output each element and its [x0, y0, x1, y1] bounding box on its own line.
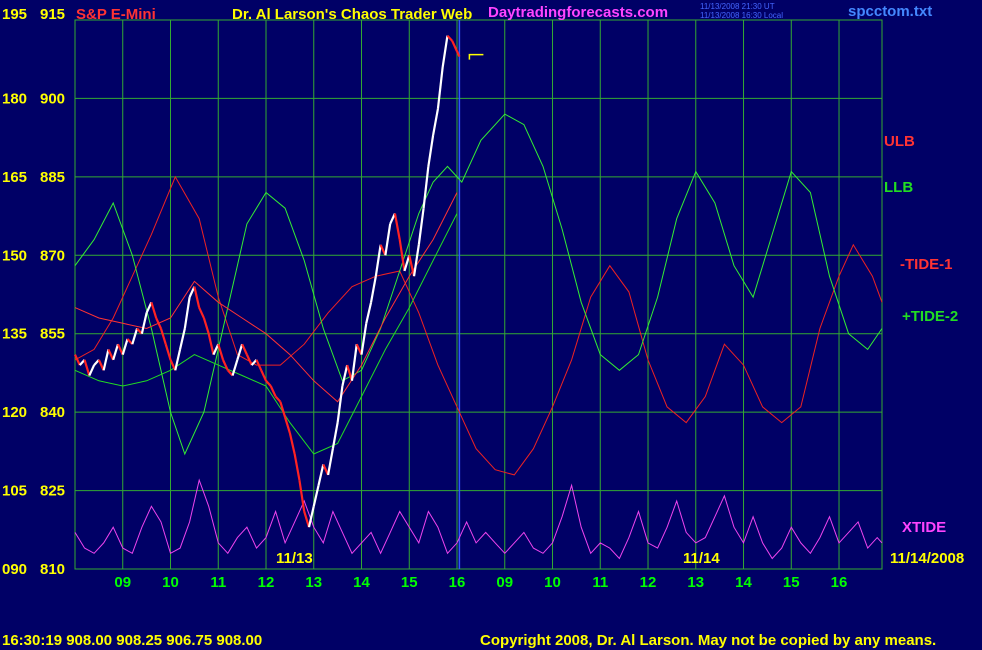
chart-background — [0, 0, 982, 650]
y-tick-label-secondary: 165 — [2, 169, 27, 186]
xtide-label: XTIDE — [902, 519, 946, 536]
x-tick-label: 10 — [544, 574, 561, 591]
page-title: Dr. Al Larson's Chaos Trader Web — [232, 6, 472, 23]
x-tick-label: 16 — [449, 574, 466, 591]
x-tick-label: 10 — [162, 574, 179, 591]
symbol-label: S&P E-Mini — [76, 6, 156, 23]
y-tick-label-secondary: 135 — [2, 326, 27, 343]
y-tick-label-secondary: 090 — [2, 561, 27, 578]
y-tick-label-secondary: 120 — [2, 404, 27, 421]
y-tick-label-price: 870 — [40, 247, 65, 264]
y-tick-label-secondary: 150 — [2, 247, 27, 264]
x-tick-label: 15 — [783, 574, 800, 591]
y-tick-label-price: 825 — [40, 483, 65, 500]
y-tick-label-price: 900 — [40, 90, 65, 107]
date-label-1114: 11/14 — [683, 550, 720, 567]
chart-canvas: 180 900 165 885 150 870 135 855 120 840 105 825 090 8… — [0, 0, 982, 650]
date-label-1113: 11/13 — [276, 550, 313, 567]
ulb-label: ULB — [884, 133, 915, 150]
x-tick-label: 11 — [210, 574, 226, 591]
llb-label: LLB — [884, 179, 913, 196]
x-tick-label: 16 — [831, 574, 848, 591]
date-label-full: 11/14/2008 — [890, 550, 964, 567]
x-tick-label: 11 — [592, 574, 608, 591]
x-tick-label: 12 — [258, 574, 275, 591]
y-tick-label-price: 855 — [40, 326, 65, 343]
tide2-label: +TIDE-2 — [902, 308, 958, 325]
y-tick-label-price: 810 — [40, 561, 65, 578]
y-tick-label-secondary: 180 — [2, 90, 27, 107]
y-tick-label-price: 885 — [40, 169, 65, 186]
x-tick-label: 12 — [640, 574, 657, 591]
y-axis-top-price-label: 915 — [40, 6, 65, 23]
x-tick-label: 14 — [353, 574, 370, 591]
site-label: Daytradingforecasts.com — [488, 4, 668, 21]
data-file-label: spcctom.txt — [848, 3, 932, 20]
y-axis-top-secondary-label: 195 — [2, 6, 27, 23]
timestamp-local: 11/13/2008 16:30 Local — [700, 11, 783, 20]
x-tick-label: 13 — [687, 574, 704, 591]
x-tick-label: 09 — [496, 574, 513, 591]
x-tick-label: 15 — [401, 574, 418, 591]
last-quote: 16:30:19 908.00 908.25 906.75 908.00 — [2, 632, 262, 649]
timestamp-ut: 11/13/2008 21:30 UT — [700, 2, 775, 11]
y-tick-label-price: 840 — [40, 404, 65, 421]
x-tick-label: 09 — [114, 574, 131, 591]
x-tick-label: 14 — [735, 574, 752, 591]
copyright: Copyright 2008, Dr. Al Larson. May not b… — [480, 632, 936, 649]
y-tick-label-secondary: 105 — [2, 483, 27, 500]
tide1-label: -TIDE-1 — [900, 256, 953, 273]
x-tick-label: 13 — [305, 574, 322, 591]
